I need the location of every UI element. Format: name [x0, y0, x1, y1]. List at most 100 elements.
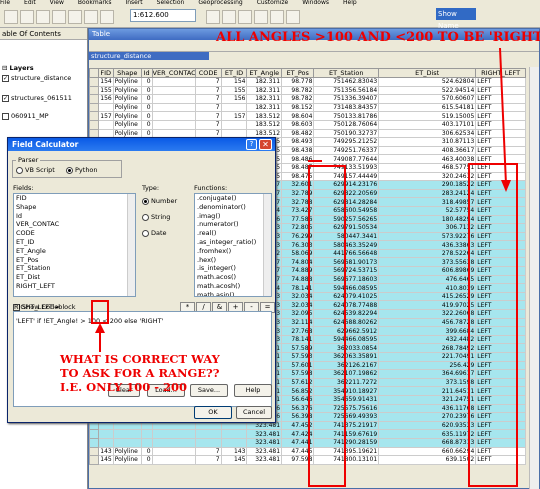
field-list-item[interactable]: ET_Pos [16, 256, 135, 265]
field-list-item[interactable]: Id [16, 212, 135, 221]
column-header[interactable]: CODE [194, 68, 222, 78]
table-cell[interactable]: 7 [194, 85, 222, 96]
table-cell[interactable]: 323.481 [246, 455, 283, 465]
table-cell[interactable]: 182.311 [246, 85, 283, 96]
table-cell[interactable]: 751356.56184 [313, 85, 380, 96]
table-cell[interactable]: 182.311 [246, 102, 283, 113]
table-cell[interactable]: 52.57754 [378, 205, 477, 216]
table-cell[interactable]: 573.92276 [378, 231, 477, 242]
table-cell[interactable]: 98.603 [281, 119, 315, 130]
table-cell[interactable]: 436.33863 [378, 240, 477, 250]
function-list-item[interactable]: .as_integer_ratio() [197, 238, 271, 247]
table-cell[interactable]: 156 [97, 94, 114, 104]
table-cell[interactable]: 154 [97, 77, 114, 87]
radio-icon[interactable] [142, 213, 149, 221]
checkbox-icon[interactable] [2, 112, 9, 120]
table-cell[interactable]: 373.55638 [378, 257, 477, 268]
table-cell[interactable]: 0 [140, 111, 153, 121]
paste-icon[interactable] [100, 10, 114, 24]
table-cell[interactable]: Polyline [112, 446, 142, 457]
table-cell[interactable] [151, 446, 196, 457]
table-cell[interactable]: 7 [194, 94, 222, 104]
field-list-item[interactable]: RIGHT_LEFT [16, 282, 135, 291]
table-cell[interactable] [151, 94, 196, 104]
row-selector[interactable] [89, 94, 99, 104]
table-cell[interactable]: 436.11768 [378, 403, 477, 414]
table-cell[interactable]: 639.1502 [378, 455, 477, 465]
row-selector[interactable] [89, 111, 99, 121]
function-list-item[interactable]: .denominator() [197, 203, 271, 212]
table-cell[interactable]: 750190.32737 [313, 128, 380, 139]
table-cell[interactable]: 98.152 [281, 102, 315, 113]
table-cell[interactable] [97, 102, 114, 113]
close-icon[interactable]: ✕ [259, 139, 272, 150]
table-cell[interactable] [140, 437, 153, 448]
parser-vb-radio[interactable]: VB Script [16, 166, 55, 174]
table-cell[interactable]: 306.7132 [378, 223, 477, 233]
python-icon[interactable] [286, 10, 300, 24]
table-cell[interactable]: 0 [140, 102, 153, 113]
table-cell[interactable]: 432.4482 [378, 334, 477, 345]
search-icon[interactable] [254, 10, 268, 24]
type-number-radio[interactable]: Number [142, 197, 177, 205]
radio-icon[interactable] [142, 197, 149, 205]
table-vertical-scrollbar[interactable] [529, 67, 539, 489]
new-icon[interactable] [4, 10, 18, 24]
field-list-item[interactable]: ET_ID [16, 238, 135, 247]
table-cell[interactable]: 211.64511 [378, 386, 477, 396]
table-cell[interactable]: 0 [140, 85, 153, 96]
table-cell[interactable]: 7 [194, 111, 222, 121]
table-cell[interactable]: 373.1598 [378, 377, 477, 388]
function-list-item[interactable]: .numerator() [197, 220, 271, 229]
table-cell[interactable]: 0 [140, 77, 153, 87]
table-cell[interactable]: Polyline [112, 77, 142, 87]
checkbox-icon[interactable]: ✓ [2, 94, 9, 102]
table-cell[interactable] [97, 437, 114, 448]
scale-input[interactable]: 1:612.600 [130, 9, 196, 22]
toc-layers[interactable]: ⊟ Layers [2, 64, 34, 72]
table-cell[interactable]: 668.87313 [378, 437, 477, 448]
save-icon[interactable] [36, 10, 50, 24]
table-cell[interactable] [151, 437, 196, 448]
table-cell[interactable]: 7 [194, 102, 222, 113]
cancel-button[interactable]: Cancel [236, 406, 272, 419]
field-list-item[interactable]: FID [16, 194, 135, 203]
table-cell[interactable]: 156 [220, 94, 248, 104]
table-cell[interactable] [140, 429, 153, 439]
functions-scrollbar[interactable] [263, 194, 271, 296]
table-cell[interactable]: 155 [220, 85, 248, 96]
table-cell[interactable]: 221.70491 [378, 352, 477, 362]
function-list-item[interactable]: math.acosh() [197, 282, 271, 291]
table-cell[interactable]: 98.778 [281, 77, 315, 87]
help-icon[interactable]: ? [246, 139, 257, 150]
table-cell[interactable]: 731483.84357 [313, 102, 380, 113]
table-cell[interactable]: 323.481 [246, 446, 283, 457]
table-cell[interactable]: 183.512 [246, 119, 283, 130]
table-cell[interactable] [151, 111, 196, 121]
table-cell[interactable] [97, 429, 114, 439]
editor-icon[interactable] [206, 10, 220, 24]
table-cell[interactable] [151, 429, 196, 439]
table-cell[interactable]: 456.78728 [378, 317, 477, 328]
table-cell[interactable]: 278.52264 [378, 248, 477, 259]
table-cell[interactable]: 323.481 [246, 437, 283, 448]
table-cell[interactable]: 750133.81786 [313, 111, 380, 121]
table-cell[interactable] [194, 429, 222, 439]
table-cell[interactable]: 270.23976 [378, 412, 477, 422]
table-cell[interactable]: 98.438 [281, 145, 315, 156]
radio-icon[interactable] [16, 166, 23, 174]
function-list-item[interactable]: .fromhex() [197, 247, 271, 256]
table-cell[interactable]: 180.48294 [378, 214, 477, 225]
column-header[interactable]: Id [140, 68, 153, 78]
radio-icon[interactable] [142, 229, 149, 237]
table-cell[interactable]: Polyline [112, 94, 142, 104]
table-cell[interactable]: Polyline [112, 111, 142, 121]
table-cell[interactable]: Polyline [112, 455, 142, 465]
field-list-item[interactable]: Shape [16, 203, 135, 212]
table-cell[interactable]: 0 [140, 119, 153, 130]
table-cell[interactable]: 749251.76337 [313, 145, 380, 156]
table-cell[interactable]: 419.97025 [378, 300, 477, 311]
field-list-item[interactable]: ET_Station [16, 264, 135, 273]
table-cell[interactable] [194, 437, 222, 448]
copy-icon[interactable] [84, 10, 98, 24]
